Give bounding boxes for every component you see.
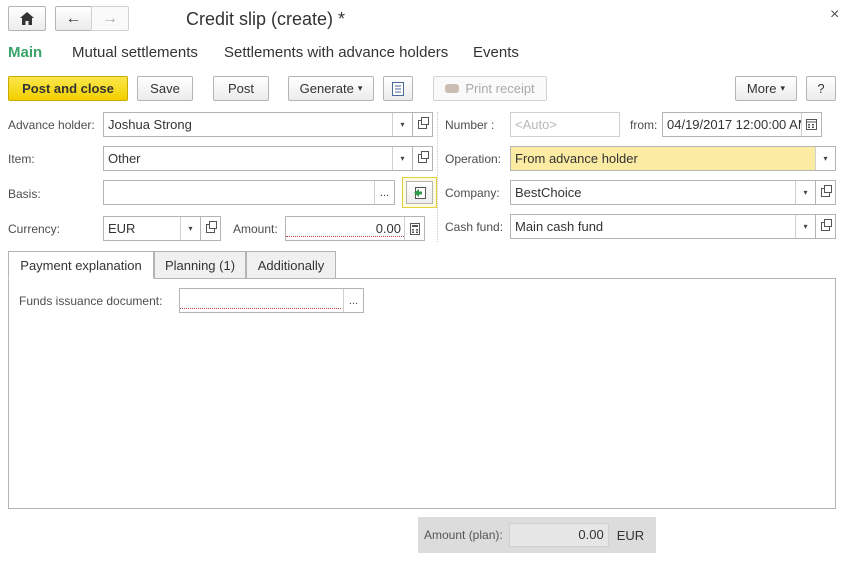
chevron-down-icon[interactable]: ▾: [180, 217, 200, 240]
amount-plan-panel: Amount (plan): 0.00 EUR: [418, 517, 656, 553]
tab-planning[interactable]: Planning (1): [154, 251, 246, 279]
number-field[interactable]: <Auto>: [510, 112, 620, 137]
chevron-down-icon[interactable]: ▾: [392, 113, 412, 136]
tab-main[interactable]: Main: [8, 44, 42, 61]
tab-settlements-advance-holders[interactable]: Settlements with advance holders: [224, 44, 448, 61]
basis-fill-button[interactable]: [402, 177, 437, 208]
cash-fund-open-button[interactable]: [816, 214, 836, 239]
open-icon: [821, 185, 832, 197]
tab-payment-explanation[interactable]: Payment explanation: [8, 251, 154, 279]
back-button[interactable]: ←: [55, 6, 92, 31]
forward-button[interactable]: →: [91, 6, 129, 31]
chevron-down-icon[interactable]: ▾: [795, 215, 815, 238]
date-field[interactable]: 04/19/2017 12:00:00 AM: [662, 112, 822, 137]
from-label: from:: [630, 118, 658, 132]
generate-label: Generate: [299, 81, 354, 96]
company-label: Company:: [445, 186, 500, 200]
arrow-left-icon: ←: [65, 9, 82, 27]
amount-label: Amount:: [233, 222, 278, 236]
number-placeholder: <Auto>: [515, 117, 557, 132]
advance-holder-label: Advance holder:: [8, 118, 95, 132]
company-value: BestChoice: [515, 185, 582, 200]
item-value: Other: [108, 151, 141, 166]
advance-holder-value: Joshua Strong: [108, 117, 192, 132]
window-title: Credit slip (create) *: [186, 9, 346, 29]
cash-fund-value: Main cash fund: [515, 219, 604, 234]
tab-mutual-settlements[interactable]: Mutual settlements: [72, 44, 198, 61]
generate-button[interactable]: Generate ▾: [288, 76, 374, 101]
operation-value: From advance holder: [511, 147, 815, 170]
item-label: Item:: [8, 152, 35, 166]
amount-plan-currency: EUR: [616, 527, 645, 543]
amount-field[interactable]: 0.00: [285, 216, 425, 241]
basis-label: Basis:: [8, 187, 41, 201]
amount-value: 0.00: [286, 221, 404, 237]
home-button[interactable]: [8, 6, 46, 31]
company-open-button[interactable]: [816, 180, 836, 205]
amount-plan-label: Amount (plan):: [424, 528, 503, 542]
funds-issuance-field[interactable]: ...: [179, 288, 364, 313]
print-receipt-label: Print receipt: [465, 81, 535, 96]
funds-select-button[interactable]: ...: [343, 289, 363, 312]
chevron-down-icon: ▾: [357, 83, 363, 93]
number-label: Number :: [445, 118, 495, 132]
post-button[interactable]: Post: [213, 76, 269, 101]
printer-icon: [445, 84, 460, 93]
close-icon[interactable]: ×: [830, 6, 839, 24]
more-button[interactable]: More ▾: [735, 76, 797, 101]
currency-field[interactable]: EUR ▾: [103, 216, 201, 241]
basis-field[interactable]: ...: [103, 180, 395, 205]
item-open-button[interactable]: [413, 146, 433, 171]
document-icon: [392, 81, 404, 96]
print-receipt-button[interactable]: Print receipt: [433, 76, 547, 101]
open-icon: [418, 117, 429, 129]
home-icon: [20, 12, 34, 25]
currency-label: Currency:: [8, 222, 61, 236]
calendar-icon[interactable]: [801, 113, 821, 136]
operation-label: Operation:: [445, 152, 502, 166]
post-and-close-button[interactable]: Post and close: [8, 76, 128, 101]
open-icon: [418, 151, 429, 163]
funds-issuance-label: Funds issuance document:: [19, 294, 163, 308]
tab-panel: [8, 278, 836, 509]
fill-from-basis-icon: [413, 186, 426, 199]
chevron-down-icon[interactable]: ▾: [392, 147, 412, 170]
currency-value: EUR: [108, 221, 136, 236]
company-field[interactable]: BestChoice ▾: [510, 180, 816, 205]
arrow-right-icon: →: [102, 9, 118, 27]
open-icon: [821, 219, 832, 231]
currency-open-button[interactable]: [201, 216, 221, 241]
date-value: 04/19/2017 12:00:00 AM: [667, 117, 801, 132]
advance-holder-open-button[interactable]: [413, 112, 433, 137]
more-label: More: [746, 81, 777, 96]
item-field[interactable]: Other ▾: [103, 146, 413, 171]
calculator-icon[interactable]: [404, 217, 424, 240]
chevron-down-icon[interactable]: ▾: [795, 181, 815, 204]
funds-issuance-value: [180, 292, 341, 309]
advance-holder-field[interactable]: Joshua Strong ▾: [103, 112, 413, 137]
cash-fund-label: Cash fund:: [445, 220, 504, 234]
amount-plan-value: 0.00: [508, 523, 609, 547]
chevron-down-icon[interactable]: ▾: [815, 147, 835, 170]
chevron-down-icon: ▾: [780, 83, 786, 93]
column-divider: [437, 112, 438, 242]
cash-fund-field[interactable]: Main cash fund ▾: [510, 214, 816, 239]
document-button[interactable]: [383, 76, 413, 101]
save-button[interactable]: Save: [137, 76, 193, 101]
tab-additionally[interactable]: Additionally: [246, 251, 336, 279]
tab-events[interactable]: Events: [473, 44, 519, 61]
operation-field[interactable]: From advance holder ▾: [510, 146, 836, 171]
open-icon: [206, 221, 217, 233]
help-button[interactable]: ?: [806, 76, 836, 101]
basis-select-button[interactable]: ...: [374, 181, 394, 204]
